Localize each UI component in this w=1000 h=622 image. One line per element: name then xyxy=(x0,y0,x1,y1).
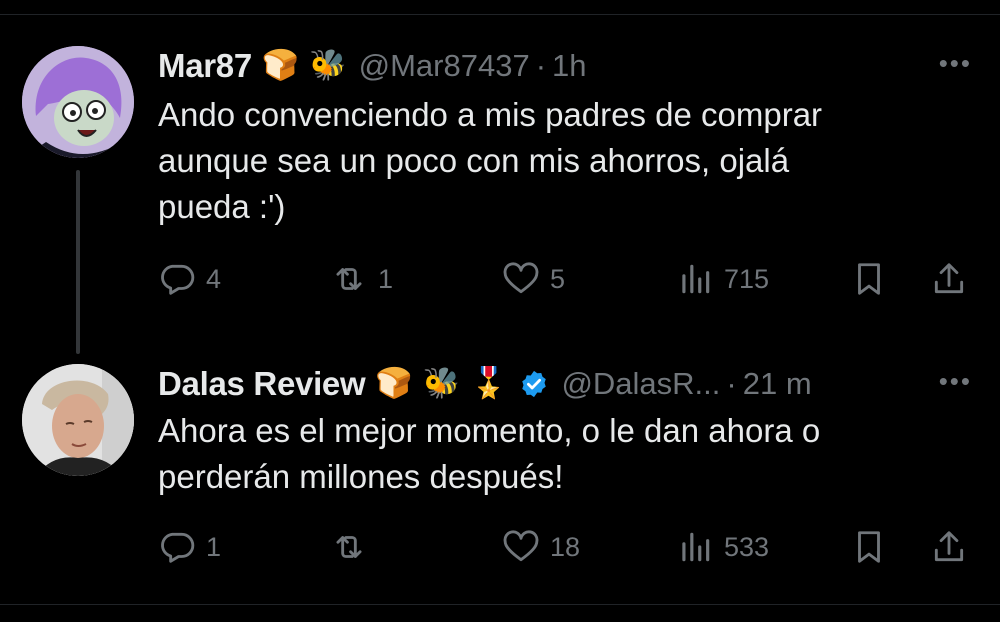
display-name[interactable]: Mar87 xyxy=(158,47,252,85)
tweet-text: Ando convenciendo a mis padres de compra… xyxy=(158,92,958,230)
bookmark-button[interactable] xyxy=(850,256,888,302)
views-bar-chart-icon xyxy=(682,264,710,294)
reply-button[interactable]: 4 xyxy=(158,256,221,302)
bookmark-button[interactable] xyxy=(850,524,888,570)
reply-icon xyxy=(161,264,195,295)
tweet-header: Mar87 🍞 🐝 @Mar87437 · 1h xyxy=(158,42,587,90)
reply-count: 4 xyxy=(206,263,222,294)
tweet-text-line: Ando convenciendo a mis padres de compra… xyxy=(158,96,823,133)
views-button[interactable]: 715 xyxy=(676,256,769,302)
user-handle[interactable]: @Mar87437 xyxy=(359,48,530,84)
views-bar-chart-icon xyxy=(682,532,710,562)
more-options-icon[interactable]: ••• xyxy=(939,366,972,397)
thread-connector-line xyxy=(76,170,80,354)
timestamp[interactable]: 21 m xyxy=(743,366,812,402)
bread-emoji: 🍞 xyxy=(375,367,413,400)
tweet-actions: 1 18 533 xyxy=(158,524,978,570)
views-count: 715 xyxy=(724,263,770,294)
tweet-header: Dalas Review 🍞 🐝 🎖️ @DalasR... · 21 m xyxy=(158,360,812,408)
avatar[interactable] xyxy=(22,46,134,158)
bee-emoji: 🐝 xyxy=(309,49,347,82)
views-button[interactable]: 533 xyxy=(676,524,769,570)
retweet-icon xyxy=(336,536,362,558)
user-handle[interactable]: @DalasR... xyxy=(561,366,720,402)
retweet-count: 1 xyxy=(378,263,394,294)
bookmark-icon xyxy=(858,531,880,563)
share-button[interactable] xyxy=(930,256,968,302)
like-count: 18 xyxy=(550,531,581,562)
heart-icon xyxy=(503,530,539,562)
heart-icon xyxy=(503,262,539,294)
tweet-text-line: pueda :') xyxy=(158,188,286,225)
like-button[interactable]: 5 xyxy=(502,256,565,302)
share-button[interactable] xyxy=(930,524,968,570)
tweet-text-line: Ahora es el mejor momento, o le dan ahor… xyxy=(158,412,821,449)
like-count: 5 xyxy=(550,263,566,294)
avatar[interactable] xyxy=(22,364,134,476)
reply-button[interactable]: 1 xyxy=(158,524,221,570)
bottom-divider xyxy=(0,604,1000,605)
like-button[interactable]: 18 xyxy=(502,524,580,570)
views-count: 533 xyxy=(724,531,770,562)
retweet-button[interactable]: 1 xyxy=(330,256,393,302)
cartoon-avatar-image xyxy=(22,46,134,158)
separator-dot: · xyxy=(535,48,547,83)
retweet-icon xyxy=(336,268,362,290)
tweet-actions: 4 1 5 715 xyxy=(158,256,978,302)
bread-emoji: 🍞 xyxy=(261,49,300,82)
share-icon xyxy=(934,531,964,562)
timestamp[interactable]: 1h xyxy=(552,48,586,84)
reply-icon xyxy=(161,532,195,563)
tweet-text-line: perderán millones después! xyxy=(158,458,564,495)
reply-count: 1 xyxy=(206,531,222,562)
more-options-icon[interactable]: ••• xyxy=(939,48,972,79)
bookmark-icon xyxy=(858,263,880,295)
tweet-text-line: aunque sea un poco con mis ahorros, ojal… xyxy=(158,142,790,179)
display-name[interactable]: Dalas Review xyxy=(158,365,366,403)
separator-dot: · xyxy=(726,366,737,401)
tweet-text: Ahora es el mejor momento, o le dan ahor… xyxy=(158,408,958,500)
verified-badge-icon[interactable] xyxy=(519,369,549,399)
photo-avatar-image xyxy=(22,364,134,476)
share-icon xyxy=(934,263,964,294)
medal-emoji: 🎖️ xyxy=(470,367,508,400)
retweet-button[interactable] xyxy=(330,524,378,570)
bee-emoji: 🐝 xyxy=(422,367,461,400)
top-divider xyxy=(0,0,1000,15)
